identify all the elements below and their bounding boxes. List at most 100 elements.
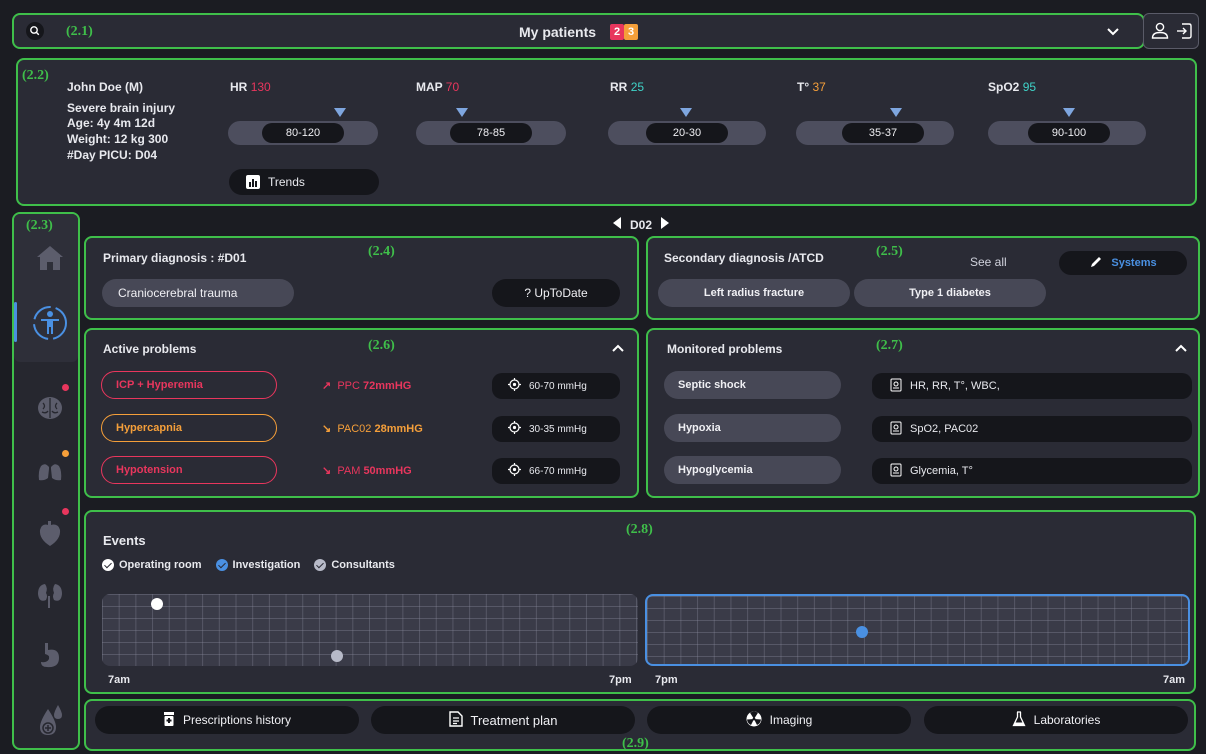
heart-icon[interactable] [34, 518, 66, 550]
brain-alert-dot [62, 384, 69, 391]
lungs-icon[interactable] [34, 454, 66, 486]
event-investigation-marker[interactable] [856, 626, 868, 638]
see-all-link[interactable]: See all [970, 255, 1007, 269]
chart-icon [246, 175, 260, 189]
active-problem-item[interactable]: ICP + Hyperemia [101, 371, 277, 399]
prev-day-icon[interactable] [612, 217, 622, 232]
event-operating-room-marker[interactable] [151, 598, 163, 610]
vital-spo2-value: 95 [1022, 80, 1037, 94]
imaging-button[interactable]: Imaging [647, 706, 911, 734]
active-problem-target[interactable]: 30-35 mmHg [492, 416, 620, 442]
checkbox-icon [102, 559, 114, 572]
systems-label: Systems [1111, 257, 1157, 269]
monitor-icon [890, 378, 902, 395]
monitored-params[interactable]: Glycemia, T° [872, 458, 1192, 484]
collapse-active-icon[interactable] [611, 342, 625, 356]
alert-badge-red: 2 [610, 24, 625, 40]
sidebar-active-indicator [14, 302, 17, 342]
vital-hr-value: 130 [250, 80, 271, 94]
section-tag-header: (2.1) [66, 24, 93, 39]
vital-map-label: MAP 70 [416, 80, 460, 94]
monitored-problem-item[interactable]: Septic shock [664, 371, 841, 399]
arrow-down-icon: ↘ [322, 465, 332, 477]
monitored-params[interactable]: SpO2, PAC02 [872, 416, 1192, 442]
kidneys-icon[interactable] [34, 580, 66, 612]
active-problem-item[interactable]: Hypotension [101, 456, 277, 484]
monitor-icon [890, 421, 902, 438]
arrow-up-icon: ↗ [322, 380, 332, 392]
flask-icon [1012, 710, 1026, 730]
secondary-diagnosis-chip[interactable]: Type 1 diabetes [854, 279, 1046, 307]
vital-temp-range: 35-37 [842, 123, 924, 143]
logout-icon[interactable] [1174, 21, 1194, 44]
prescriptions-history-button[interactable]: Prescriptions history [95, 706, 359, 734]
primary-diagnosis-chip[interactable]: Craniocerebral trauma [102, 279, 294, 307]
search-icon[interactable] [26, 22, 44, 40]
vital-rr-range: 20-30 [646, 123, 728, 143]
section-tag-patient: (2.2) [22, 68, 49, 83]
next-day-icon[interactable] [660, 217, 670, 232]
active-problem-item[interactable]: Hypercapnia [101, 414, 277, 442]
page-title: My patients 2 3 [519, 24, 639, 40]
user-icon[interactable] [1150, 21, 1170, 44]
vital-spo2-marker [1063, 108, 1075, 117]
event-consultant-marker[interactable] [331, 650, 343, 662]
monitored-problem-item[interactable]: Hypoglycemia [664, 456, 841, 484]
blood-drop-icon[interactable] [34, 704, 66, 736]
document-icon [448, 710, 463, 730]
filter-operating-room[interactable]: Operating room [102, 559, 202, 572]
section-tag-events: (2.8) [626, 522, 653, 537]
secondary-diagnosis-panel [646, 236, 1200, 320]
vital-spo2-track: 90-100 [988, 121, 1146, 145]
timeline-night-start: 7pm [655, 674, 678, 686]
vital-temp-label: T° 37 [797, 80, 826, 94]
secondary-diagnosis-chip[interactable]: Left radius fracture [658, 279, 850, 307]
vital-temp-value: 37 [812, 80, 826, 94]
section-tag-sidebar: (2.3) [26, 218, 53, 233]
vital-map-marker [456, 108, 468, 117]
chevron-down-icon[interactable] [1106, 26, 1120, 40]
day-navigator: D02 [612, 217, 670, 232]
vital-map-value: 70 [445, 80, 460, 94]
events-title: Events [103, 533, 146, 548]
vital-hr-track: 80-120 [228, 121, 378, 145]
primary-diagnosis-title: Primary diagnosis : #D01 [103, 251, 247, 265]
brain-icon[interactable] [34, 392, 66, 424]
patient-weight: Weight: 12 kg 300 [67, 132, 169, 146]
stomach-icon[interactable] [34, 640, 66, 672]
section-tag-primary: (2.4) [368, 244, 395, 259]
timeline-night-end: 7am [1163, 674, 1186, 686]
filter-consultants[interactable]: Consultants [314, 559, 395, 572]
trends-button[interactable]: Trends [229, 169, 379, 195]
systems-button[interactable]: Systems [1059, 251, 1187, 275]
patient-age: Age: 4y 4m 12d [67, 116, 156, 130]
active-problems-title: Active problems [103, 342, 197, 356]
home-icon[interactable] [34, 242, 66, 274]
primary-diagnosis-panel [84, 236, 639, 320]
active-problem-target[interactable]: 66-70 mmHg [492, 458, 620, 484]
treatment-plan-button[interactable]: Treatment plan [371, 706, 635, 734]
events-timeline-night[interactable] [645, 594, 1190, 666]
secondary-diagnosis-title: Secondary diagnosis /ATCD [664, 251, 824, 265]
uptodate-button[interactable]: ? UpToDate [492, 279, 620, 307]
active-problem-trend: ↘ PAM 50mmHG [322, 465, 412, 477]
section-tag-footer: (2.9) [622, 736, 649, 751]
edit-icon [1089, 255, 1103, 272]
collapse-monitored-icon[interactable] [1174, 342, 1188, 356]
arrow-down-icon: ↘ [322, 423, 332, 435]
target-icon [508, 421, 521, 437]
vital-spo2-label: SpO2 95 [988, 80, 1037, 94]
event-filters: Operating room Investigation Consultants [102, 559, 395, 572]
active-problem-target[interactable]: 60-70 mmHg [492, 373, 620, 399]
monitored-problem-item[interactable]: Hypoxia [664, 414, 841, 442]
patient-body-icon[interactable] [30, 303, 70, 343]
checkbox-icon [314, 559, 327, 572]
patient-diagnosis: Severe brain injury [67, 101, 176, 115]
filter-investigation[interactable]: Investigation [215, 559, 300, 572]
trends-label: Trends [268, 175, 305, 189]
events-timeline-day[interactable] [102, 594, 638, 666]
day-label: D02 [630, 217, 653, 232]
page-title-text: My patients [519, 24, 597, 40]
laboratories-button[interactable]: Laboratories [924, 706, 1188, 734]
monitored-params[interactable]: HR, RR, T°, WBC, [872, 373, 1192, 399]
